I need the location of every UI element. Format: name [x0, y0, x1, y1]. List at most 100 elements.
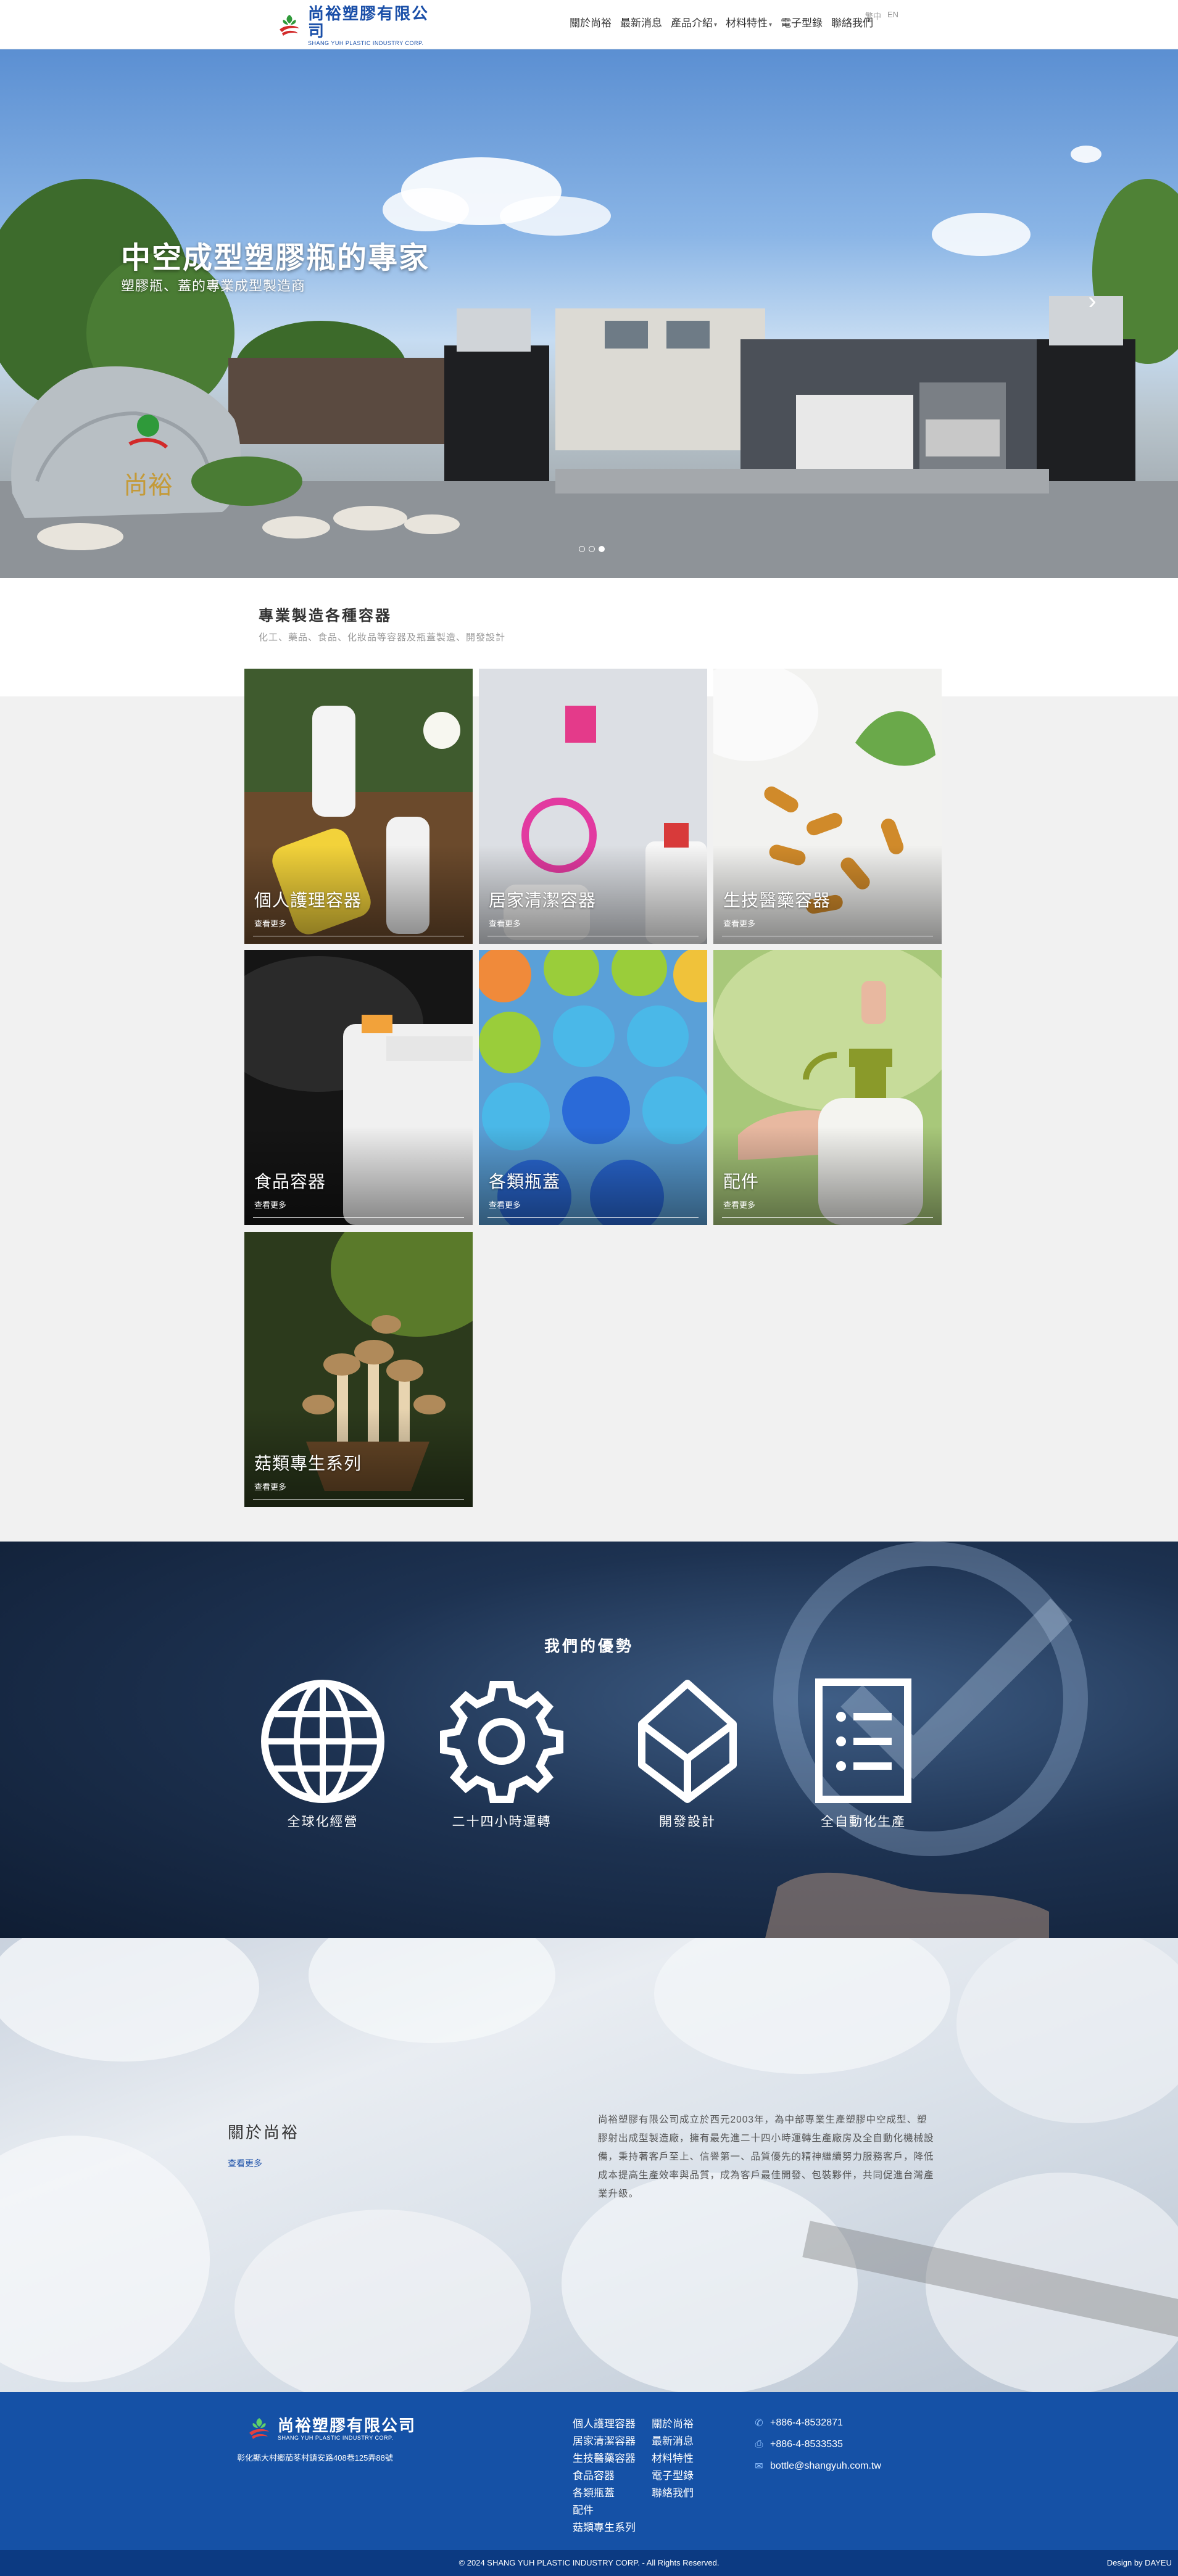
logo-emblem-icon [244, 2414, 274, 2444]
nav-catalog[interactable]: 電子型錄 [776, 16, 827, 33]
advantage-design: 開發設計 [620, 1678, 755, 1830]
product-card-label: 菇類專生系列 [254, 1454, 362, 1473]
site-footer: 尚裕塑膠有限公司 SHANG YUH PLASTIC INDUSTRY CORP… [0, 2392, 1178, 2550]
product-card-accessories[interactable]: 配件 查看更多 [713, 950, 942, 1225]
product-card-label: 居家清潔容器 [489, 891, 597, 910]
card-divider [253, 1499, 464, 1500]
advantages-section: 我們的優勢 全球化經營 二十四小時運轉 開發設計 全自動化生產 [0, 1542, 1178, 1938]
footer-link[interactable]: 個人護理容器 [573, 2418, 636, 2430]
footer-logo-name-en: SHANG YUH PLASTIC INDUSTRY CORP. [278, 2435, 394, 2441]
product-card-label: 食品容器 [254, 1172, 326, 1191]
box-icon [638, 1680, 737, 1803]
product-card-more[interactable]: 查看更多 [254, 1199, 286, 1210]
products-title: 專業製造各種容器 [259, 608, 392, 624]
language-switch: 繁中 EN [865, 10, 898, 22]
footer-email[interactable]: ✉ bottle@shangyuh.com.tw [753, 2460, 881, 2472]
advantage-label: 全球化經營 [287, 1815, 359, 1829]
gear-icon [440, 1681, 563, 1803]
product-card-label: 配件 [723, 1172, 760, 1191]
copyright-text: © 2024 SHANG YUH PLASTIC INDUSTRY CORP. … [458, 2558, 720, 2567]
advantages-bg-graphic [765, 1542, 1088, 1938]
slider-dots [579, 546, 605, 552]
about-bg-photo [0, 1938, 1178, 2392]
copyright-bar: © 2024 SHANG YUH PLASTIC INDUSTRY CORP. … [0, 2550, 1178, 2576]
phone-icon: ✆ [755, 2418, 763, 2429]
product-card-more[interactable]: 查看更多 [254, 917, 286, 929]
advantage-label: 全自動化生產 [821, 1815, 906, 1829]
footer-link[interactable]: 最新消息 [652, 2435, 694, 2447]
product-card-caps[interactable]: 各類瓶蓋 查看更多 [479, 950, 707, 1225]
hero-photo: 尚裕 [0, 146, 1178, 578]
caret-down-icon: ▾ [714, 22, 718, 28]
logo-name-cn: 尚裕塑膠有限公司 [308, 4, 429, 40]
footer-link[interactable]: 配件 [573, 2504, 636, 2516]
advantage-automation: 全自動化生產 [795, 1678, 931, 1830]
nav-materials[interactable]: 材料特性 ▾ [721, 16, 776, 33]
about-title: 關於尚裕 [228, 2123, 300, 2142]
lang-en[interactable]: EN [887, 10, 898, 22]
nav-about[interactable]: 關於尚裕 [565, 16, 616, 33]
footer-address: 彰化縣大村鄉茄苳村鎮安路408巷125弄88號 [237, 2453, 393, 2462]
footer-link[interactable]: 關於尚裕 [652, 2418, 694, 2430]
hero-subtitle: 塑膠瓶、蓋的專業成型製造商 [121, 278, 306, 294]
chevron-right-icon[interactable]: › [1083, 286, 1101, 316]
product-card-more[interactable]: 查看更多 [723, 1199, 755, 1210]
product-card-label: 個人護理容器 [254, 891, 362, 910]
svg-text:尚裕: 尚裕 [123, 471, 173, 499]
product-card-more[interactable]: 查看更多 [254, 1480, 286, 1492]
about-description: 尚裕塑膠有限公司成立於西元2003年，為中部專業生產塑膠中空成型、塑膠射出成型製… [598, 2115, 934, 2199]
about-more-link[interactable]: 查看更多 [228, 2157, 262, 2169]
globe-icon [261, 1680, 384, 1803]
product-card-mushroom[interactable]: 菇類專生系列 查看更多 [244, 1232, 473, 1507]
caret-down-icon: ▾ [769, 22, 773, 28]
footer-link[interactable]: 食品容器 [573, 2470, 636, 2482]
hero-title: 中空成型塑膠瓶的專家 [121, 242, 430, 275]
footer-link[interactable]: 菇類專生系列 [573, 2522, 636, 2533]
footer-link[interactable]: 居家清潔容器 [573, 2435, 636, 2447]
footer-link[interactable]: 材料特性 [652, 2453, 694, 2464]
footer-link[interactable]: 聯絡我們 [652, 2487, 694, 2499]
slider-dot-1[interactable] [579, 546, 585, 552]
main-nav: 關於尚裕 最新消息 產品介紹 ▾ 材料特性 ▾ 電子型錄 聯絡我們 [565, 16, 877, 33]
card-divider [722, 1217, 933, 1218]
advantage-global: 全球化經營 [255, 1678, 391, 1830]
company-logo[interactable]: 尚裕塑膠有限公司 SHANG YUH PLASTIC INDUSTRY CORP… [275, 5, 441, 46]
fax-icon: ⎙ [755, 2439, 763, 2450]
slider-dot-2[interactable] [589, 546, 595, 552]
footer-contact: ✆ +886-4-8532871 ⎙ +886-4-8533535 ✉ bottle@… [753, 2417, 881, 2472]
nav-products[interactable]: 產品介紹 ▾ [666, 16, 721, 33]
product-card-biotech[interactable]: 生技醫藥容器 查看更多 [713, 669, 942, 944]
footer-logo-name-cn: 尚裕塑膠有限公司 [278, 2416, 417, 2435]
card-divider [253, 1217, 464, 1218]
designer-credit[interactable]: Design by DAYEU [1107, 2558, 1172, 2567]
footer-fax[interactable]: ⎙ +886-4-8533535 [753, 2439, 881, 2450]
slider-dot-3[interactable] [599, 546, 605, 552]
checklist-icon [815, 1678, 911, 1803]
footer-link[interactable]: 電子型錄 [652, 2470, 694, 2482]
product-card-more[interactable]: 查看更多 [489, 917, 521, 929]
lang-zh[interactable]: 繁中 [865, 10, 881, 22]
footer-link[interactable]: 生技醫藥容器 [573, 2453, 636, 2464]
product-card-label: 生技醫藥容器 [723, 891, 831, 910]
hero-banner: 尚裕 中空成型塑膠瓶的專家 塑膠瓶、蓋的專業成型製造商 › [0, 49, 1178, 578]
product-card-more[interactable]: 查看更多 [489, 1199, 521, 1210]
footer-logo[interactable]: 尚裕塑膠有限公司 SHANG YUH PLASTIC INDUSTRY CORP… [244, 2414, 416, 2444]
product-card-more[interactable]: 查看更多 [723, 917, 755, 929]
footer-link[interactable]: 各類瓶蓋 [573, 2487, 636, 2499]
advantage-24h: 二十四小時運轉 [434, 1678, 570, 1830]
nav-news[interactable]: 最新消息 [616, 16, 666, 33]
footer-product-links: 個人護理容器 居家清潔容器 生技醫藥容器 食品容器 各類瓶蓋 配件 菇類專生系列 [573, 2418, 636, 2533]
site-header: 尚裕塑膠有限公司 SHANG YUH PLASTIC INDUSTRY CORP… [0, 0, 1178, 49]
product-card-personal-care[interactable]: 個人護理容器 查看更多 [244, 669, 473, 944]
advantage-label: 開發設計 [659, 1815, 716, 1829]
card-divider [487, 1217, 699, 1218]
footer-phone[interactable]: ✆ +886-4-8532871 [753, 2417, 881, 2429]
product-card-label: 各類瓶蓋 [489, 1172, 561, 1191]
logo-name-en: SHANG YUH PLASTIC INDUSTRY CORP. [308, 40, 424, 46]
product-card-food[interactable]: 食品容器 查看更多 [244, 950, 473, 1225]
about-section: 關於尚裕 查看更多 尚裕塑膠有限公司成立於西元2003年，為中部專業生產塑膠中空… [0, 1938, 1178, 2392]
advantages-title: 我們的優勢 [544, 1638, 634, 1655]
advantage-label: 二十四小時運轉 [452, 1815, 552, 1829]
mail-icon: ✉ [755, 2461, 763, 2472]
product-card-home-cleaning[interactable]: 居家清潔容器 查看更多 [479, 669, 707, 944]
